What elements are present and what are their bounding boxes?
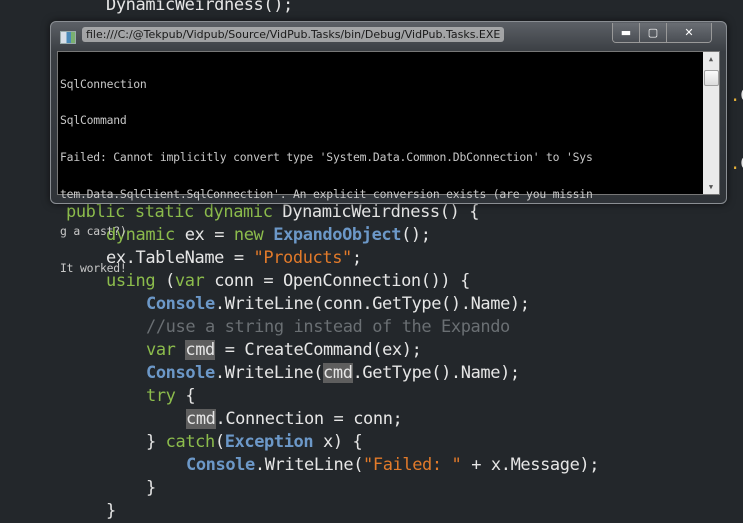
code-text: .WriteLine(	[254, 455, 364, 475]
console-app-icon[interactable]	[60, 31, 76, 44]
output-line: SqlConnection	[60, 76, 147, 91]
highlighted-identifier: cmd	[323, 363, 353, 383]
code-text: DynamicWeirdness();	[106, 0, 293, 15]
output-line: tem.Data.SqlClient.SqlConnection'. An ex…	[60, 187, 593, 202]
console-output-area[interactable]: SqlConnection SqlCommand Failed: Cannot …	[57, 51, 720, 274]
code-text: .Connection = conn;	[215, 409, 403, 429]
output-line: It worked!	[60, 261, 127, 276]
code-line-comment: //use a string instead of the Expando	[146, 316, 510, 339]
output-line: Failed: Cannot implicitly convert type '…	[60, 150, 593, 165]
maximize-button[interactable]: ▢	[640, 23, 667, 42]
scrollbar-thumb[interactable]	[704, 70, 719, 86]
console-window[interactable]: file:///C:/@Tekpub/Vidpub/Source/VidPub.…	[50, 21, 727, 274]
vertical-scrollbar[interactable]: ▲ ▼	[703, 52, 719, 194]
console-titlebar[interactable]: file:///C:/@Tekpub/Vidpub/Source/VidPub.…	[51, 22, 726, 48]
highlighted-identifier: cmd	[186, 409, 216, 429]
code-line: Console.WriteLine(cmd.GetType().Name);	[146, 362, 520, 385]
type-name: Console	[186, 455, 255, 475]
code-line: }	[106, 500, 116, 523]
minimize-button[interactable]: ▬	[613, 23, 640, 42]
code-fragment: .C	[730, 154, 743, 174]
code-line: var cmd = CreateCommand(ex);	[146, 339, 422, 362]
code-text: + x.Message);	[461, 455, 600, 475]
code-line: }	[146, 477, 156, 500]
code-line: cmd.Connection = conn;	[186, 408, 403, 431]
scroll-down-arrow-icon[interactable]: ▼	[703, 182, 719, 192]
code-text: .GetType().Name);	[352, 363, 521, 383]
comment: //use a string instead of the Expando	[146, 317, 510, 337]
code-text: }	[106, 501, 116, 521]
type-name: Console	[146, 363, 215, 383]
console-output: SqlConnection SqlCommand Failed: Cannot …	[60, 53, 700, 299]
code-text: x) {	[313, 432, 363, 452]
code-text: .WriteLine(	[214, 363, 324, 383]
string-literal: "Failed: "	[363, 455, 462, 475]
code-line: try {	[146, 385, 196, 408]
code-text: {	[175, 386, 196, 406]
close-button[interactable]: ✕	[667, 23, 711, 42]
code-text: = CreateCommand(ex);	[214, 340, 422, 360]
keyword: var	[146, 340, 176, 360]
keyword: catch	[165, 432, 216, 452]
close-icon: ✕	[684, 26, 694, 39]
code-line: } catch(Exception x) {	[146, 431, 363, 454]
code-text: (	[214, 432, 225, 452]
minimize-icon: ▬	[620, 26, 632, 39]
code-line-call: DynamicWeirdness();	[106, 0, 293, 17]
window-title: file:///C:/@Tekpub/Vidpub/Source/VidPub.…	[82, 27, 505, 42]
type-name: Exception	[224, 432, 314, 452]
output-line: SqlCommand	[60, 113, 127, 128]
maximize-icon: ▢	[647, 26, 659, 39]
code-text: }	[146, 432, 166, 452]
scroll-up-arrow-icon[interactable]: ▲	[703, 54, 719, 64]
keyword: try	[146, 386, 176, 406]
code-fragment: .C	[730, 86, 743, 106]
code-line: Console.WriteLine("Failed: " + x.Message…	[186, 454, 600, 477]
window-controls: ▬ ▢ ✕	[612, 23, 712, 43]
highlighted-identifier: cmd	[185, 340, 215, 360]
output-line: g a cast?)	[60, 224, 127, 239]
code-text: }	[146, 478, 156, 498]
